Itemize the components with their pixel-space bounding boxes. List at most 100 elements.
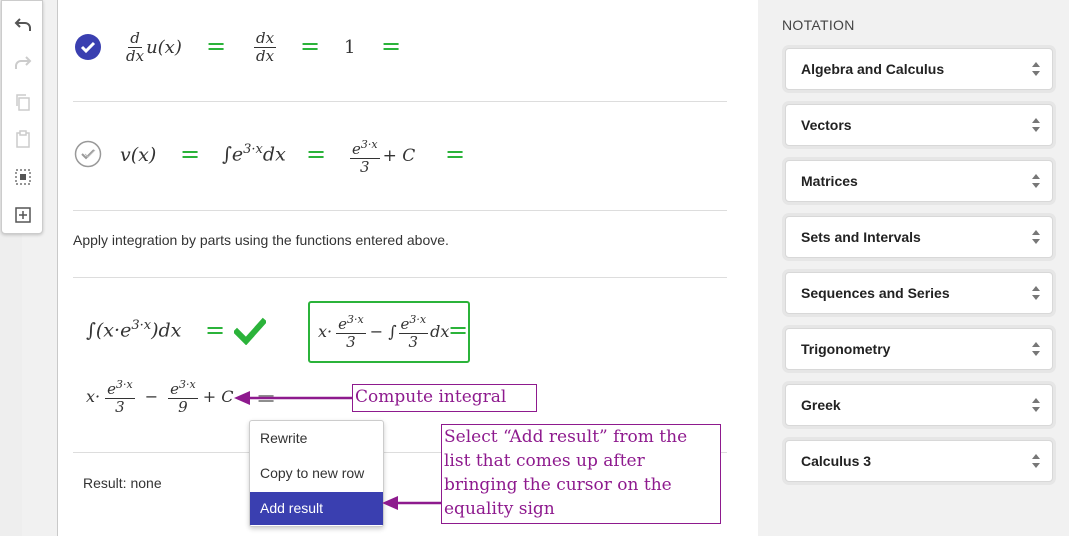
copy-icon (16, 94, 30, 111)
notation-title: NOTATION (782, 17, 855, 33)
row-1-eq-2[interactable]: = (300, 32, 320, 60)
select-all-icon (15, 169, 31, 185)
sort-arrows-icon (1032, 398, 1040, 412)
check-circle-icon (75, 34, 101, 60)
select-all-button[interactable] (12, 166, 34, 188)
check-circle-outline-icon (74, 140, 102, 168)
box-minus-integral: − ∫ (369, 321, 397, 341)
sort-arrows-icon (1032, 342, 1040, 356)
menu-item-add-result[interactable]: Add result (250, 492, 383, 525)
undo-icon (14, 18, 31, 31)
step-1-lhs-base: ∫(x·e (86, 319, 132, 342)
step-2-expression[interactable]: x· e3·x 3 − e3·x 9 + C (86, 376, 233, 416)
undo-button[interactable] (12, 13, 34, 35)
step-2-f2-exp: 3·x (179, 378, 196, 391)
row-1-mid[interactable]: dx dx (254, 29, 277, 65)
row-1-lhs-den: dx (126, 47, 145, 65)
step-2-f2-den: 9 (178, 398, 188, 416)
step-2-f1-num: e (107, 380, 116, 398)
edit-toolbar (1, 0, 43, 234)
step-1-answer-box[interactable]: x· e3·x 3 − ∫ e3·x 3 dx (308, 301, 470, 363)
row-2-integral[interactable]: ∫e3·xdx (222, 142, 286, 165)
notation-sets-intervals[interactable]: Sets and Intervals (785, 216, 1053, 258)
annotation-select: Select “Add result” from the list that c… (441, 424, 721, 524)
notation-sequences-series[interactable]: Sequences and Series (785, 272, 1053, 314)
row-1-mid-num: dx (254, 29, 277, 48)
row-1-mid-den: dx (256, 47, 275, 65)
row-2-lhs[interactable]: v(x) (120, 144, 156, 166)
row-2-integral-exp: 3·x (243, 142, 263, 157)
row-2-res-tail: + C (382, 146, 416, 166)
row-2-integral-base: ∫e (222, 143, 244, 166)
add-block-button[interactable] (12, 204, 34, 226)
step-2-eq[interactable]: = (256, 384, 276, 412)
notation-item-label: Calculus 3 (801, 453, 872, 469)
box-frac1-num: e (338, 315, 347, 333)
box-frac1-exp: 3·x (347, 313, 364, 326)
row-2-eq-1[interactable]: = (180, 140, 200, 168)
notation-item-label: Trigonometry (801, 341, 891, 357)
step-1-lhs[interactable]: ∫(x·e3·x)dx (86, 318, 181, 341)
annotation-compute: Compute integral (352, 384, 537, 412)
row-1-status-icon[interactable] (74, 33, 102, 61)
step-1-lhs-tail: )dx (151, 319, 182, 342)
divider-3 (73, 277, 727, 278)
add-block-icon (15, 207, 31, 223)
notation-item-label: Greek (801, 397, 841, 413)
notation-trigonometry[interactable]: Trigonometry (785, 328, 1053, 370)
step-1-eq-1[interactable]: = (205, 316, 225, 344)
notation-matrices[interactable]: Matrices (785, 160, 1053, 202)
row-2-integral-tail: dx (262, 143, 286, 166)
step-2-f1-den: 3 (115, 398, 125, 416)
row-2-res-den: 3 (360, 158, 370, 176)
step-2-minus: − (144, 386, 159, 406)
box-frac1-den: 3 (346, 333, 356, 351)
notation-calculus-3[interactable]: Calculus 3 (785, 440, 1053, 482)
step-1-lhs-exp: 3·x (131, 318, 152, 333)
paste-button[interactable] (12, 128, 34, 150)
row-2-eq-2[interactable]: = (306, 140, 326, 168)
notation-item-label: Algebra and Calculus (801, 61, 945, 77)
divider-1 (73, 101, 727, 102)
row-2-res-num-exp: 3·x (360, 138, 378, 151)
step-2-f2-num: e (170, 380, 179, 398)
notation-vectors[interactable]: Vectors (785, 104, 1053, 146)
row-2-result[interactable]: e3·x 3 + C (350, 136, 415, 176)
step-2-term-a: x· (86, 386, 101, 406)
notation-panel: NOTATION Algebra and Calculus Vectors Ma… (760, 0, 1069, 536)
menu-item-copy-to-new-row[interactable]: Copy to new row (250, 457, 383, 490)
paste-icon (16, 130, 30, 148)
sort-arrows-icon (1032, 118, 1040, 132)
instruction-text: Apply integration by parts using the fun… (73, 232, 449, 248)
row-1-value[interactable]: 1 (344, 37, 355, 58)
notation-item-label: Sets and Intervals (801, 229, 921, 245)
divider-2 (73, 210, 727, 211)
context-menu: Rewrite Copy to new row Add result (249, 420, 384, 527)
row-1-eq-1[interactable]: = (206, 32, 226, 60)
row-1-lhs-num: d (128, 29, 142, 48)
sort-arrows-icon (1032, 454, 1040, 468)
notation-greek[interactable]: Greek (785, 384, 1053, 426)
row-2-eq-3[interactable]: = (445, 140, 465, 168)
step-1-eq-2[interactable]: = (448, 316, 468, 344)
sort-arrows-icon (1032, 230, 1040, 244)
notation-algebra-calculus[interactable]: Algebra and Calculus (785, 48, 1053, 90)
row-1-lhs[interactable]: d dx u(x) (124, 30, 182, 65)
copy-button[interactable] (12, 91, 34, 113)
row-1-lhs-tail: u(x) (146, 37, 182, 58)
sort-arrows-icon (1032, 62, 1040, 76)
redo-icon (15, 56, 32, 69)
redo-button[interactable] (12, 51, 34, 73)
box-term-a: x· (318, 321, 333, 341)
step-2-tail: + C (202, 386, 234, 406)
row-2-status-icon[interactable] (74, 140, 102, 168)
notation-item-label: Matrices (801, 173, 858, 189)
box-frac2-exp: 3·x (409, 313, 427, 326)
step-1-correct-check-icon (232, 317, 268, 349)
notation-item-label: Sequences and Series (801, 285, 950, 301)
menu-item-rewrite[interactable]: Rewrite (250, 422, 383, 455)
box-frac2-den: 3 (408, 333, 419, 351)
step-2-f1-exp: 3·x (116, 378, 133, 391)
sort-arrows-icon (1032, 174, 1040, 188)
row-1-eq-3[interactable]: = (381, 32, 401, 60)
